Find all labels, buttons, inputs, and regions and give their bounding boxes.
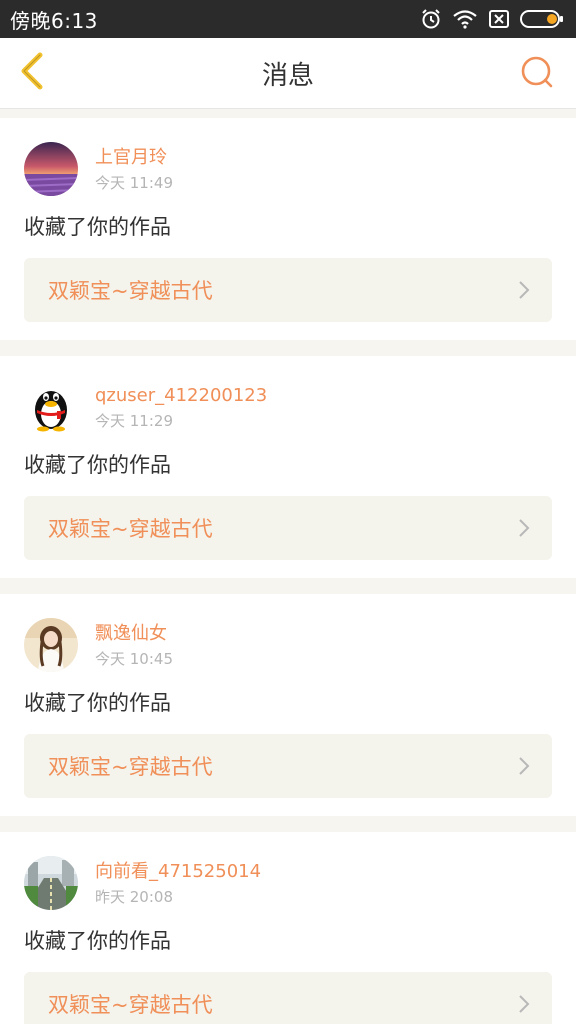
- search-icon: [520, 55, 554, 93]
- work-link[interactable]: 双颖宝~穿越古代: [24, 734, 552, 798]
- timestamp: 今天 10:45: [95, 650, 173, 668]
- avatar[interactable]: [24, 856, 78, 910]
- chevron-right-icon: [518, 756, 530, 776]
- avatar[interactable]: [24, 380, 78, 434]
- work-title: 双颖宝~穿越古代: [48, 517, 213, 541]
- message-card: qzuser_412200123 今天 11:29 收藏了你的作品 双颖宝~穿越…: [0, 356, 576, 578]
- work-link[interactable]: 双颖宝~穿越古代: [24, 258, 552, 322]
- message-card: 向前看_471525014 昨天 20:08 收藏了你的作品 双颖宝~穿越古代: [0, 832, 576, 1024]
- navigation-header: 消息: [0, 38, 576, 109]
- chevron-left-icon: [16, 50, 48, 96]
- page-title: 消息: [261, 60, 314, 91]
- work-title: 双颖宝~穿越古代: [48, 279, 213, 303]
- username[interactable]: 上官月玲: [95, 146, 173, 170]
- username[interactable]: 飘逸仙女: [95, 622, 173, 646]
- username[interactable]: qzuser_412200123: [95, 384, 267, 408]
- timestamp: 今天 11:49: [95, 174, 173, 192]
- action-text: 收藏了你的作品: [24, 691, 171, 715]
- message-card: 飘逸仙女 今天 10:45 收藏了你的作品 双颖宝~穿越古代: [0, 594, 576, 816]
- action-text: 收藏了你的作品: [24, 215, 171, 239]
- search-button[interactable]: [518, 55, 556, 93]
- chevron-right-icon: [518, 518, 530, 538]
- chevron-right-icon: [518, 280, 530, 300]
- battery-icon: [520, 9, 564, 29]
- timestamp: 昨天 20:08: [95, 888, 173, 906]
- status-icons: [420, 8, 564, 30]
- avatar[interactable]: [24, 142, 78, 196]
- wifi-icon: [452, 9, 478, 29]
- work-title: 双颖宝~穿越古代: [48, 755, 213, 779]
- message-card: 上官月玲 今天 11:49 收藏了你的作品 双颖宝~穿越古代: [0, 118, 576, 340]
- action-text: 收藏了你的作品: [24, 929, 171, 953]
- action-text: 收藏了你的作品: [24, 453, 171, 477]
- avatar[interactable]: [24, 618, 78, 672]
- timestamp: 今天 11:29: [95, 412, 173, 430]
- username[interactable]: 向前看_471525014: [95, 860, 261, 884]
- back-button[interactable]: [12, 52, 52, 94]
- work-link[interactable]: 双颖宝~穿越古代: [24, 972, 552, 1024]
- message-list: 上官月玲 今天 11:49 收藏了你的作品 双颖宝~穿越古代 qzuser_41…: [0, 118, 576, 1024]
- no-sim-icon: [488, 9, 510, 29]
- work-link[interactable]: 双颖宝~穿越古代: [24, 496, 552, 560]
- work-title: 双颖宝~穿越古代: [48, 993, 213, 1017]
- messages-screen: 傍晚6:13 消息 上官月玲 今天 11:49 收藏了你的作品 双颖宝~穿越古代…: [0, 0, 576, 1024]
- status-bar: 傍晚6:13: [0, 0, 576, 38]
- status-time: 傍晚6:13: [10, 8, 98, 33]
- alarm-icon: [420, 8, 442, 30]
- chevron-right-icon: [518, 994, 530, 1014]
